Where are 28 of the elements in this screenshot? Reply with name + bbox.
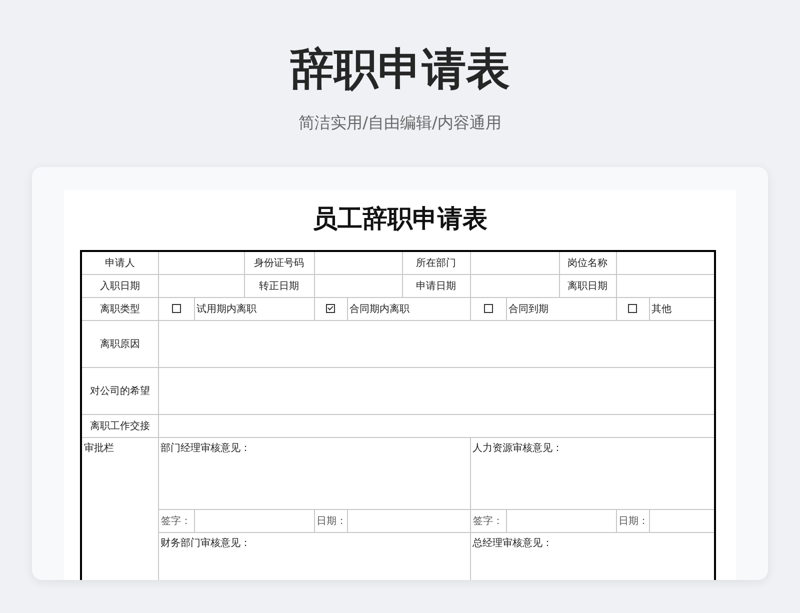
document-title: 员工辞职申请表 bbox=[312, 203, 488, 235]
table-cell: 合同期内离职 bbox=[350, 304, 410, 315]
table-cell: 签字： bbox=[473, 516, 503, 527]
table-cell: 部门经理审核意见： bbox=[160, 443, 250, 454]
table-cell: 所在部门 bbox=[416, 258, 456, 269]
table-cell: 试用期内离职 bbox=[196, 304, 256, 315]
page-subtitle: 简洁实用/自由编辑/内容通用 bbox=[298, 112, 502, 134]
table-cell: 申请人 bbox=[104, 258, 135, 269]
table-cell: 岗位名称 bbox=[568, 258, 608, 269]
table-cell: 离职类型 bbox=[100, 304, 140, 315]
table-cell: 审批栏 bbox=[84, 443, 114, 454]
table-cell: 入职日期 bbox=[100, 281, 140, 292]
table-cell: 离职日期 bbox=[568, 281, 608, 292]
table-cell: 离职工作交接 bbox=[90, 421, 150, 432]
table-cell: 身份证号码 bbox=[254, 258, 304, 269]
table-cell: 申请日期 bbox=[416, 281, 456, 292]
table-cell: 对公司的希望 bbox=[90, 386, 150, 397]
table-cell: 离职原因 bbox=[100, 339, 140, 350]
table-cell: 人力资源审核意见： bbox=[472, 443, 562, 454]
table-cell: 日期： bbox=[316, 516, 346, 527]
table-cell: 财务部门审核意见： bbox=[160, 538, 250, 549]
table-cell: 日期： bbox=[618, 516, 648, 527]
table-cell: 其他 bbox=[652, 304, 672, 315]
table-cell: 转正日期 bbox=[259, 281, 299, 292]
table-cell: 总经理审核意见： bbox=[472, 538, 552, 549]
table-cell: 合同到期 bbox=[508, 304, 548, 315]
page-title: 辞职申请表 bbox=[290, 44, 510, 96]
table-cell: 签字： bbox=[161, 516, 191, 527]
